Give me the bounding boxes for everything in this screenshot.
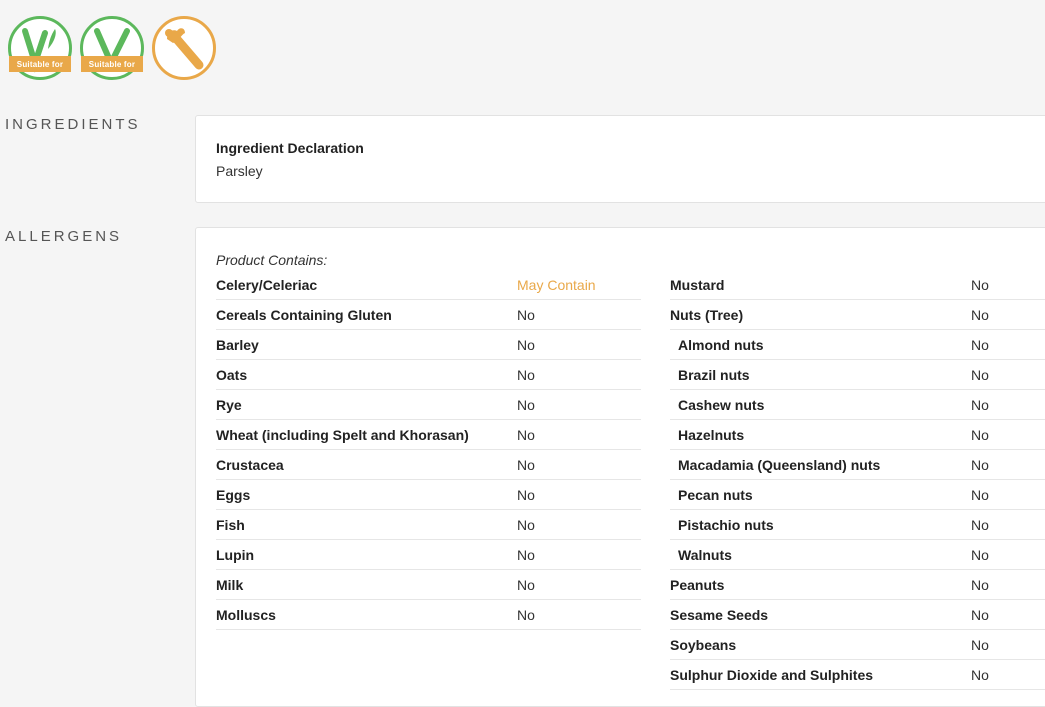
allergen-row: Walnuts No bbox=[670, 540, 1045, 570]
allergen-row: Cereals Containing Gluten No bbox=[216, 300, 641, 330]
allergen-name: Celery/Celeriac bbox=[216, 277, 318, 293]
allergen-name: Sulphur Dioxide and Sulphites bbox=[670, 667, 874, 683]
allergen-name: Macadamia (Queensland) nuts bbox=[678, 457, 881, 473]
allergen-name: Pecan nuts bbox=[678, 487, 753, 503]
allergens-left-column: Celery/Celeriac May Contain Cereals Contai… bbox=[216, 270, 641, 630]
allergen-status: No bbox=[971, 277, 989, 293]
product-contains-label: Product Contains: bbox=[216, 252, 328, 268]
allergen-name: Nuts (Tree) bbox=[670, 307, 744, 323]
allergen-status: No bbox=[517, 427, 535, 443]
allergens-section-label: ALLERGENS bbox=[5, 228, 123, 245]
allergen-status: No bbox=[971, 517, 989, 533]
celery-badge bbox=[152, 16, 216, 80]
allergen-row: Brazil nuts No bbox=[670, 360, 1045, 390]
allergen-row: Almond nuts No bbox=[670, 330, 1045, 360]
allergens-right-column: Mustard No Nuts (Tree) No Almond nuts No Brazi… bbox=[670, 270, 1045, 690]
allergen-status: No bbox=[971, 637, 989, 653]
allergen-name: Walnuts bbox=[678, 547, 732, 563]
allergen-status: No bbox=[971, 397, 989, 413]
ingredients-section-label: INGREDIENTS bbox=[5, 116, 141, 133]
allergen-row: Macadamia (Queensland) nuts No bbox=[670, 450, 1045, 480]
allergen-name: Pistachio nuts bbox=[678, 517, 774, 533]
allergen-status: No bbox=[971, 607, 989, 623]
vegetarian-badge: Suitable for bbox=[80, 16, 144, 80]
celery-icon bbox=[165, 28, 204, 70]
allergen-name: Brazil nuts bbox=[678, 367, 750, 383]
allergen-name: Wheat (including Spelt and Khorasan) bbox=[216, 427, 469, 443]
allergen-status: No bbox=[517, 517, 535, 533]
allergen-row: Oats No bbox=[216, 360, 641, 390]
allergen-row: Mustard No bbox=[670, 270, 1045, 300]
diet-badges: Suitable for Suitable for bbox=[8, 16, 216, 80]
allergen-name: Sesame Seeds bbox=[670, 607, 769, 623]
allergen-status: No bbox=[517, 487, 535, 503]
ingredients-panel: Ingredient Declaration Parsley bbox=[195, 115, 1045, 203]
allergen-name: Crustacea bbox=[216, 457, 284, 473]
allergen-row: Rye No bbox=[216, 390, 641, 420]
allergen-status: No bbox=[971, 307, 989, 323]
allergen-status: No bbox=[971, 427, 989, 443]
allergen-status: No bbox=[517, 337, 535, 353]
allergen-name: Peanuts bbox=[670, 577, 725, 593]
allergen-name: Barley bbox=[216, 337, 259, 353]
allergen-row: Wheat (including Spelt and Khorasan) No bbox=[216, 420, 641, 450]
allergen-row: Crustacea No bbox=[216, 450, 641, 480]
allergen-name: Milk bbox=[216, 577, 244, 593]
allergen-name: Cereals Containing Gluten bbox=[216, 307, 392, 323]
allergen-row: Cashew nuts No bbox=[670, 390, 1045, 420]
allergen-row: Sesame Seeds No bbox=[670, 600, 1045, 630]
allergen-name: Oats bbox=[216, 367, 248, 383]
allergen-name: Rye bbox=[216, 397, 242, 413]
badge-ribbon: Suitable for bbox=[81, 56, 143, 72]
allergen-name: Lupin bbox=[216, 547, 255, 563]
allergens-panel: Product Contains: Celery/Celeriac May Con… bbox=[195, 227, 1045, 707]
allergen-name: Almond nuts bbox=[678, 337, 764, 353]
allergen-status: No bbox=[971, 577, 989, 593]
allergen-status: No bbox=[517, 367, 535, 383]
allergen-status: No bbox=[971, 367, 989, 383]
allergen-name: Eggs bbox=[216, 487, 251, 503]
allergen-row: Pecan nuts No bbox=[670, 480, 1045, 510]
allergen-name: Mustard bbox=[670, 277, 725, 293]
allergen-status: No bbox=[517, 547, 535, 563]
allergen-status: No bbox=[517, 307, 535, 323]
allergen-status: No bbox=[971, 487, 989, 503]
ingredient-declaration-title: Ingredient Declaration bbox=[216, 140, 364, 156]
allergen-name: Soybeans bbox=[670, 637, 737, 653]
allergen-row: Milk No bbox=[216, 570, 641, 600]
allergen-row: Molluscs No bbox=[216, 600, 641, 630]
allergen-name: Molluscs bbox=[216, 607, 276, 623]
allergen-row: Lupin No bbox=[216, 540, 641, 570]
allergen-status: No bbox=[971, 547, 989, 563]
allergen-status: No bbox=[517, 607, 535, 623]
allergen-row: Barley No bbox=[216, 330, 641, 360]
allergen-row: Peanuts No bbox=[670, 570, 1045, 600]
allergen-status: No bbox=[517, 457, 535, 473]
allergen-name: Hazelnuts bbox=[678, 427, 745, 443]
allergen-row: Eggs No bbox=[216, 480, 641, 510]
ingredient-declaration-value: Parsley bbox=[216, 163, 263, 179]
allergen-row: Hazelnuts No bbox=[670, 420, 1045, 450]
allergen-status: No bbox=[517, 397, 535, 413]
allergen-row: Pistachio nuts No bbox=[670, 510, 1045, 540]
allergen-status: No bbox=[971, 457, 989, 473]
allergen-status: No bbox=[971, 337, 989, 353]
allergen-status: No bbox=[971, 667, 989, 683]
allergen-name: Cashew nuts bbox=[678, 397, 765, 413]
allergen-row: Nuts (Tree) No bbox=[670, 300, 1045, 330]
allergen-row: Soybeans No bbox=[670, 630, 1045, 660]
allergen-row: Fish No bbox=[216, 510, 641, 540]
allergen-row: Celery/Celeriac May Contain bbox=[216, 270, 641, 300]
vegan-badge: Suitable for bbox=[8, 16, 72, 80]
allergen-status: No bbox=[517, 577, 535, 593]
badge-ribbon: Suitable for bbox=[9, 56, 71, 72]
allergen-status: May Contain bbox=[517, 277, 596, 293]
allergen-name: Fish bbox=[216, 517, 245, 533]
